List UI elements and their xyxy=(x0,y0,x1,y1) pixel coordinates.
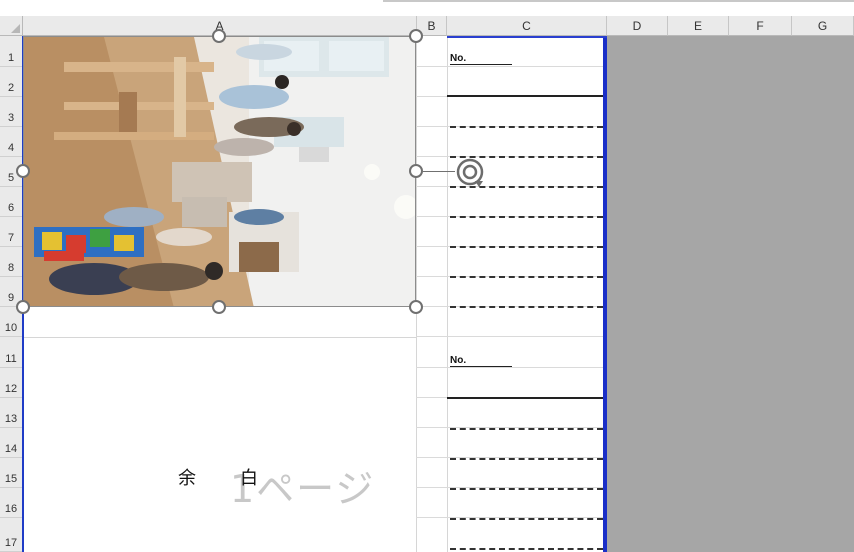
select-all-triangle-icon xyxy=(11,24,20,33)
resize-handle-right[interactable] xyxy=(409,164,423,178)
photo-room-scene xyxy=(24,37,415,306)
row-10-divider xyxy=(23,337,416,338)
row-header-16[interactable]: 16 xyxy=(0,488,23,518)
page-break-right xyxy=(603,36,607,552)
row-header-7[interactable]: 7 xyxy=(0,217,23,247)
form-dashed-line xyxy=(450,518,603,520)
row-header-2[interactable]: 2 xyxy=(0,67,23,97)
form-number-underline-2 xyxy=(450,366,512,367)
resize-handle-top[interactable] xyxy=(212,29,226,43)
row-header-13[interactable]: 13 xyxy=(0,398,23,428)
form-dashed-line xyxy=(450,428,603,430)
form-dashed-line xyxy=(450,156,603,158)
form-dashed-line xyxy=(450,458,603,460)
row-header-1[interactable]: 1 xyxy=(0,36,23,67)
resize-handle-left[interactable] xyxy=(16,164,30,178)
row-header-12[interactable]: 12 xyxy=(0,368,23,398)
form-dashed-line xyxy=(450,306,603,308)
row-header-14[interactable]: 14 xyxy=(0,428,23,458)
column-header-d[interactable]: D xyxy=(607,16,668,36)
row-header-11[interactable]: 11 xyxy=(0,337,23,368)
rotate-handle-connector xyxy=(423,171,455,172)
form-dashed-line xyxy=(450,276,603,278)
resize-handle-bottom[interactable] xyxy=(212,300,226,314)
form-dashed-line xyxy=(450,246,603,248)
formula-bar-edge xyxy=(0,0,854,17)
inserted-photo[interactable] xyxy=(23,36,416,307)
row-header-6[interactable]: 6 xyxy=(0,187,23,217)
form-number-label-1: No. xyxy=(450,53,467,64)
row-header-8[interactable]: 8 xyxy=(0,247,23,277)
resize-handle-top-right[interactable] xyxy=(409,29,423,43)
form-title-line-2 xyxy=(447,397,603,399)
form-dashed-line xyxy=(450,126,603,128)
select-all-button[interactable] xyxy=(0,16,23,36)
form-title-line-1 xyxy=(447,95,603,97)
outside-print-area xyxy=(607,36,854,552)
page-break-top xyxy=(447,36,607,38)
margin-label-right: 白 xyxy=(240,468,258,489)
form-number-label-2: No. xyxy=(450,355,467,366)
form-dashed-line xyxy=(450,216,603,218)
column-header-f[interactable]: F xyxy=(729,16,792,36)
column-header-c[interactable]: C xyxy=(447,16,607,36)
form-dashed-line xyxy=(450,186,603,188)
row-header-3[interactable]: 3 xyxy=(0,97,23,127)
form-number-underline-1 xyxy=(450,64,512,65)
row-header-15[interactable]: 15 xyxy=(0,458,23,488)
row-header-4[interactable]: 4 xyxy=(0,127,23,157)
column-header-e[interactable]: E xyxy=(668,16,729,36)
row-header-17[interactable]: 17 xyxy=(0,518,23,552)
resize-handle-bottom-left[interactable] xyxy=(16,300,30,314)
resize-handle-bottom-right[interactable] xyxy=(409,300,423,314)
form-dashed-line xyxy=(450,548,603,550)
form-dashed-line xyxy=(450,488,603,490)
rotate-handle-icon[interactable] xyxy=(455,157,485,187)
margin-label-left: 余 xyxy=(178,468,196,489)
column-header-g[interactable]: G xyxy=(792,16,854,36)
